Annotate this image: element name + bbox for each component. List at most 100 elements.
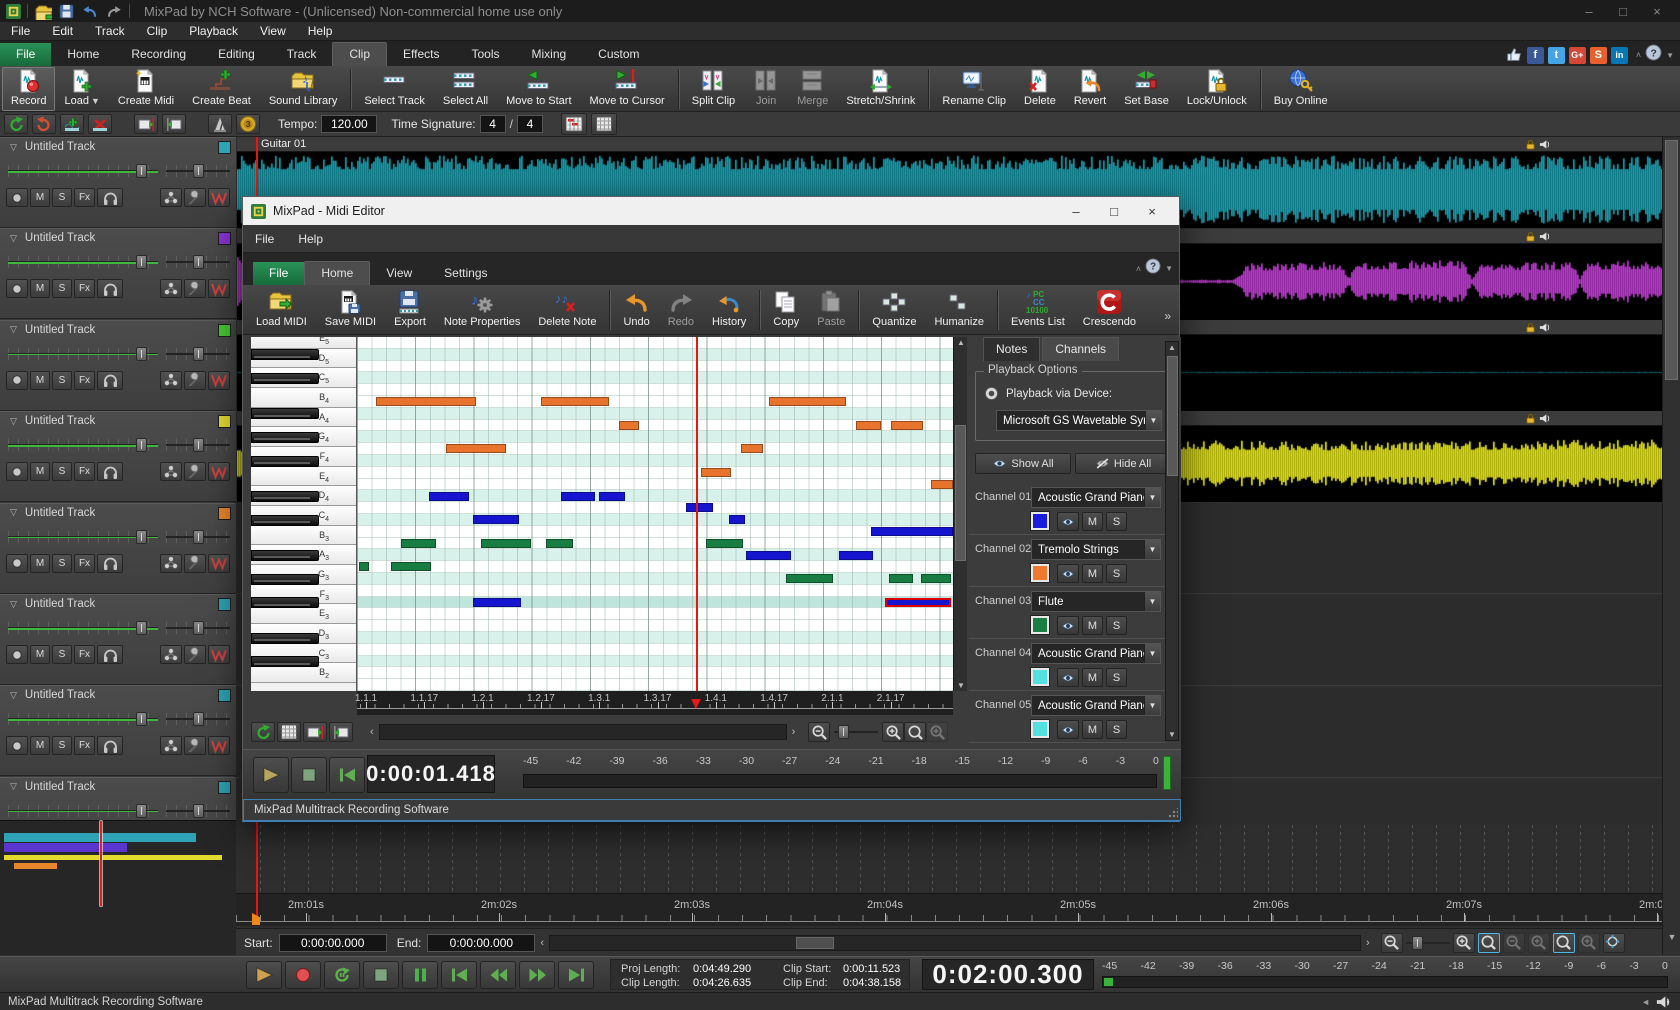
zoom-slider[interactable]	[1406, 936, 1450, 950]
volume-slider[interactable]	[8, 255, 158, 269]
track-name[interactable]: Untitled Track	[25, 141, 95, 153]
effects-chain-button[interactable]	[160, 371, 182, 390]
midi-note[interactable]	[871, 527, 953, 536]
scroll-up-icon[interactable]: ▲	[954, 338, 968, 347]
midi-stop-button[interactable]	[291, 757, 327, 793]
googleplus-icon[interactable]: G+	[1569, 47, 1586, 64]
crescendo-button[interactable]: Crescendo	[1074, 288, 1145, 332]
clip-to-cursor-button[interactable]	[303, 722, 327, 742]
note-properties-button[interactable]: ♪Note Properties	[435, 288, 529, 332]
empty-track-area[interactable]	[236, 825, 1662, 893]
roll-v-scrollbar[interactable]: ▲ ▼	[953, 337, 967, 691]
scrollbar-thumb[interactable]	[1167, 356, 1178, 476]
tools-wrench-button[interactable]	[184, 554, 206, 573]
rewind-button[interactable]	[480, 961, 516, 989]
collapse-track-icon[interactable]: ▽	[10, 233, 17, 244]
track-name[interactable]: Untitled Track	[25, 232, 95, 244]
midi-note[interactable]	[391, 562, 431, 571]
play-button[interactable]	[246, 961, 282, 989]
maximize-button[interactable]: □	[1606, 4, 1640, 19]
fx-button[interactable]: Fx	[74, 371, 95, 390]
pause-button[interactable]	[402, 961, 438, 989]
ribbon-tab-track[interactable]: Track	[271, 43, 333, 66]
save-midi-button[interactable]: Save MIDI	[316, 288, 385, 332]
record-button[interactable]	[285, 961, 321, 989]
track-color-swatch[interactable]	[218, 598, 231, 611]
delete-button[interactable]: Delete	[1015, 67, 1065, 111]
mute-button[interactable]: M	[30, 554, 50, 573]
volume-slider[interactable]	[8, 438, 158, 452]
ribbon-tab-effects[interactable]: Effects	[387, 43, 455, 66]
scrollbar-thumb[interactable]	[796, 937, 834, 949]
show-all-button[interactable]: Show All	[975, 453, 1071, 474]
menu-file[interactable]: File	[0, 22, 41, 40]
radio-button[interactable]	[984, 386, 999, 401]
piano-key-black[interactable]	[251, 656, 319, 667]
timesig-denominator-field[interactable]: 4	[517, 115, 543, 133]
piano-key-black[interactable]	[251, 349, 319, 360]
channel-instrument-select[interactable]: Flute▼	[1031, 591, 1161, 612]
menu-view[interactable]: View	[249, 22, 297, 40]
track-color-swatch[interactable]	[218, 415, 231, 428]
channel-instrument-select[interactable]: Acoustic Grand Piano▼	[1031, 695, 1161, 716]
move-to-start-button[interactable]: Move to Start	[497, 67, 580, 111]
midi-note[interactable]	[541, 397, 609, 406]
channel-solo-button[interactable]: S	[1106, 616, 1127, 635]
help-dropdown-icon[interactable]: ▼	[1666, 51, 1674, 60]
piano-roll-grid[interactable]	[357, 337, 953, 691]
export-button[interactable]: Export	[385, 288, 435, 332]
project-overview[interactable]	[0, 820, 236, 955]
move-to-cursor-button[interactable]: Move to Cursor	[581, 67, 674, 111]
zoom-in-box-button[interactable]	[1553, 933, 1575, 953]
midi-note[interactable]	[839, 551, 873, 560]
solo-button[interactable]: S	[52, 554, 72, 573]
piano-key-E4[interactable]: E4	[251, 467, 357, 487]
ribbon-tab-custom[interactable]: Custom	[582, 43, 655, 66]
tools-wrench-button[interactable]	[184, 371, 206, 390]
piano-key-black[interactable]	[251, 456, 319, 467]
track-name[interactable]: Untitled Track	[25, 598, 95, 610]
midi-note[interactable]	[889, 574, 913, 583]
monitor-headphones-button[interactable]	[97, 188, 123, 207]
channel-mute-button[interactable]: M	[1082, 720, 1103, 739]
channel-color-swatch[interactable]	[1031, 720, 1049, 738]
effects-chain-button[interactable]	[160, 736, 182, 755]
midi-note[interactable]	[741, 444, 763, 453]
twitter-icon[interactable]: t	[1548, 47, 1565, 64]
record-button[interactable]: Record	[2, 67, 55, 111]
stumbleupon-icon[interactable]: S	[1590, 47, 1607, 64]
grid-button[interactable]	[591, 113, 617, 135]
sync-coin-button[interactable]: 3	[236, 114, 260, 134]
midi-note[interactable]	[599, 492, 625, 501]
zoom-in-button[interactable]	[882, 722, 904, 742]
midi-note[interactable]	[729, 515, 745, 524]
scroll-up-icon[interactable]: ▲	[1166, 343, 1178, 352]
mute-button[interactable]: M	[30, 279, 50, 298]
collapse-track-icon[interactable]: ▽	[10, 599, 17, 610]
scroll-left-icon[interactable]: ‹	[535, 937, 549, 949]
panel-tab-notes[interactable]: Notes	[983, 337, 1040, 361]
piano-key-black[interactable]	[251, 491, 319, 502]
merge-button[interactable]: Merge	[788, 67, 837, 111]
automation-button[interactable]	[208, 188, 230, 207]
channel-visibility-button[interactable]	[1057, 616, 1079, 635]
pan-slider[interactable]	[166, 347, 230, 361]
channel-mute-button[interactable]: M	[1082, 512, 1103, 531]
mute-button[interactable]: M	[30, 736, 50, 755]
channel-color-swatch[interactable]	[1031, 564, 1049, 582]
pan-slider[interactable]	[166, 621, 230, 635]
scroll-down-icon[interactable]: ▼	[954, 681, 968, 690]
volume-control[interactable]: ◄	[1641, 994, 1672, 1010]
midi-playhead-marker[interactable]	[691, 699, 701, 709]
minimize-button[interactable]: –	[1572, 4, 1606, 19]
paste-button[interactable]: Paste	[808, 288, 854, 332]
metronome-button[interactable]	[208, 114, 232, 134]
grid-snap-button[interactable]	[277, 722, 301, 742]
channel-visibility-button[interactable]	[1057, 564, 1079, 583]
track-color-swatch[interactable]	[218, 689, 231, 702]
speaker-icon[interactable]	[1655, 994, 1672, 1010]
midi-menu-help[interactable]: Help	[286, 230, 335, 248]
midi-play-button[interactable]	[253, 757, 289, 793]
mute-button[interactable]: M	[30, 371, 50, 390]
channel-mute-button[interactable]: M	[1082, 564, 1103, 583]
